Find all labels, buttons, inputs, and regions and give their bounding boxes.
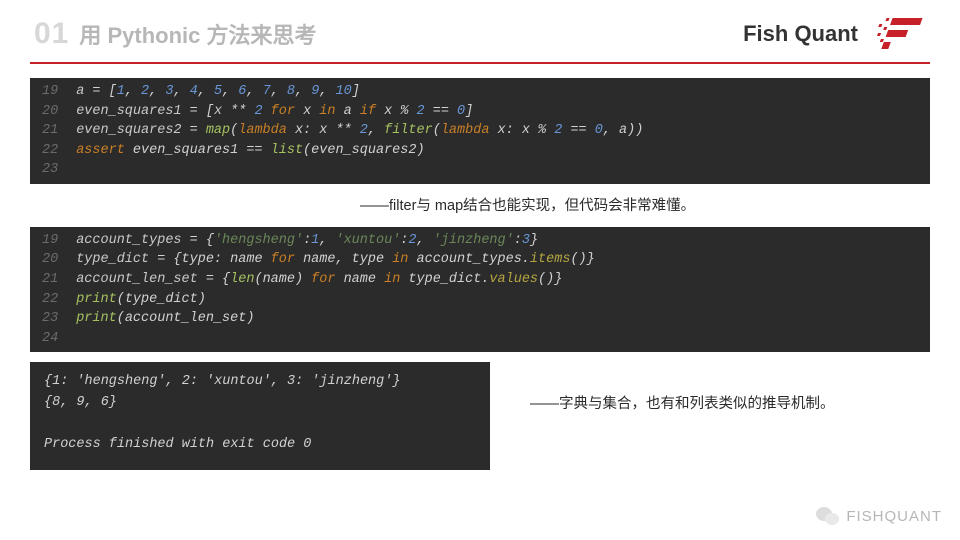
brand-name: Fish Quant xyxy=(743,21,858,47)
header-divider xyxy=(30,62,930,64)
chapter-number: 01 xyxy=(34,17,69,51)
footer-watermark: FISHQUANT xyxy=(816,506,942,526)
wechat-icon xyxy=(816,506,840,526)
content-area: 1920212223 a = [1, 2, 3, 4, 5, 6, 7, 8, … xyxy=(0,78,960,413)
code-gutter: 192021222324 xyxy=(30,227,68,352)
code-gutter: 1920212223 xyxy=(30,78,68,184)
code-block-2: 192021222324 account_types = {'hengsheng… xyxy=(30,227,930,352)
watermark-text: FISHQUANT xyxy=(846,508,942,525)
annotation-1: ——filter与 map结合也能实现，但代码会非常难懂。 xyxy=(30,194,930,215)
code-body: a = [1, 2, 3, 4, 5, 6, 7, 8, 9, 10]even_… xyxy=(68,78,930,184)
code-body: account_types = {'hengsheng':1, 'xuntou'… xyxy=(68,227,930,352)
annotation-2: ——字典与集合，也有和列表类似的推导机制。 xyxy=(30,392,930,413)
code-block-1: 1920212223 a = [1, 2, 3, 4, 5, 6, 7, 8, … xyxy=(30,78,930,184)
chapter-title: 用 Pythonic 方法来思考 xyxy=(79,18,316,50)
page-header: 01 用 Pythonic 方法来思考 Fish Quant xyxy=(0,0,960,62)
output-block: {1: 'hengsheng', 2: 'xuntou', 3: 'jinzhe… xyxy=(30,362,490,470)
brand-logo-icon xyxy=(876,14,930,54)
